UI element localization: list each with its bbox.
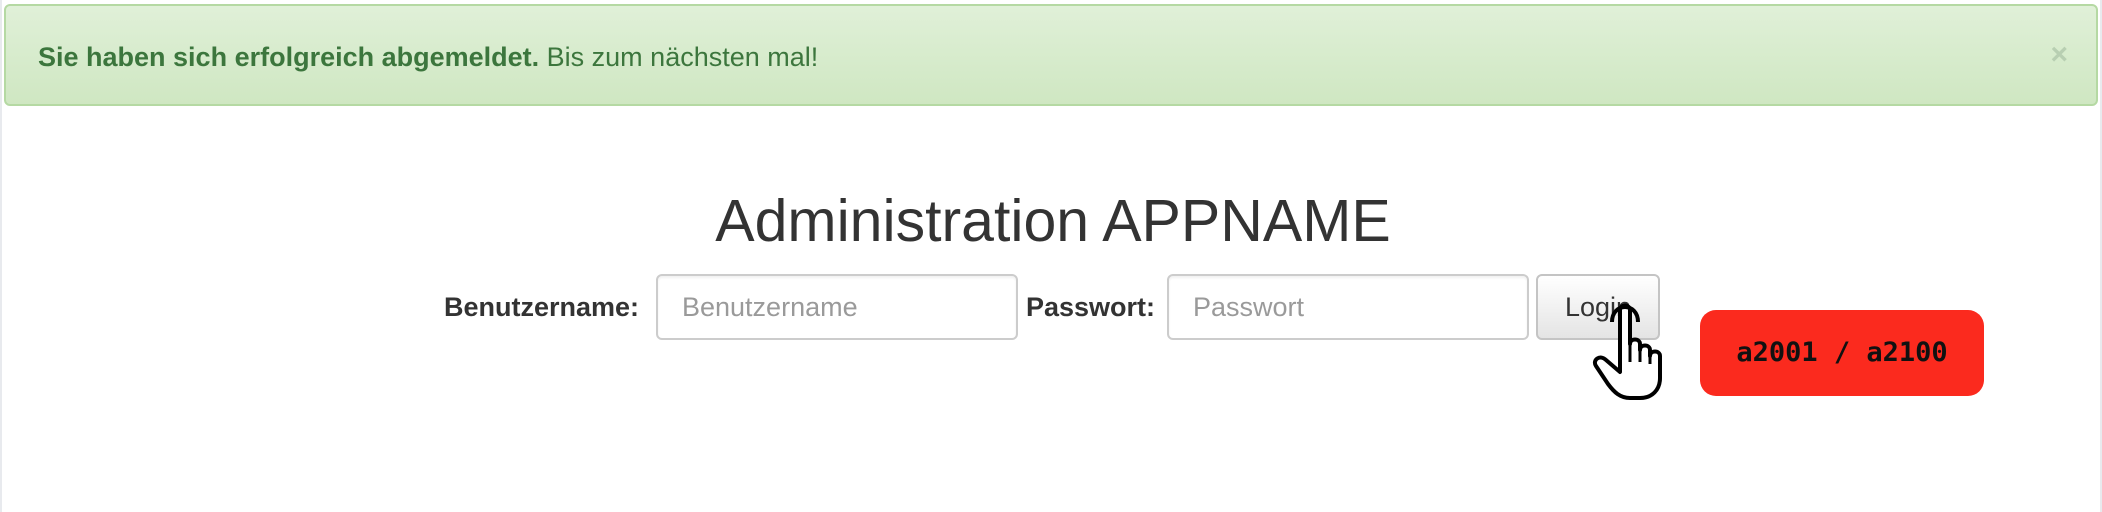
password-input[interactable] xyxy=(1167,274,1529,340)
step-badge: a2001 / a2100 xyxy=(1700,310,1984,396)
username-input[interactable] xyxy=(656,274,1018,340)
username-label: Benutzername: xyxy=(444,292,640,322)
alert-strong-text: Sie haben sich erfolgreich abgemeldet. xyxy=(38,42,540,72)
page: Sie haben sich erfolgreich abgemeldet. B… xyxy=(0,0,2102,512)
page-title: Administration APPNAME xyxy=(715,188,1391,254)
close-icon[interactable]: × xyxy=(2050,6,2068,104)
alert-text: Bis zum nächsten mal! xyxy=(539,42,819,72)
logout-success-alert: Sie haben sich erfolgreich abgemeldet. B… xyxy=(4,4,2098,106)
password-label: Passwort: xyxy=(1026,292,1156,322)
hand-pointer-icon xyxy=(1593,303,1662,400)
